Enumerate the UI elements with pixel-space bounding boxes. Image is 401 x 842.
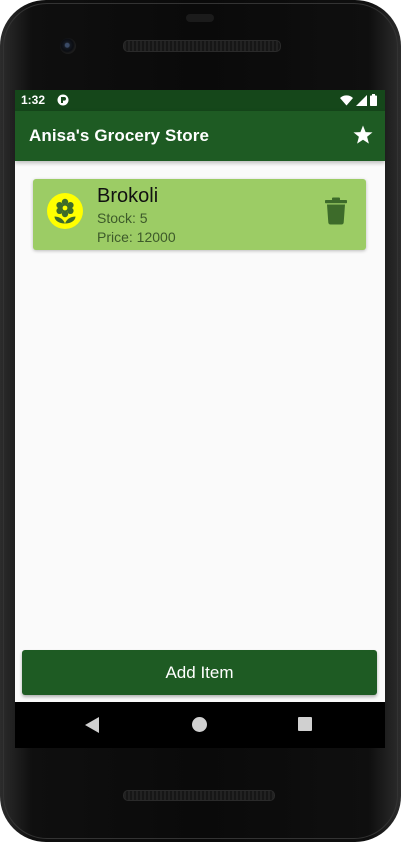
battery-icon <box>370 94 377 106</box>
earpiece-speaker <box>123 40 281 52</box>
item-avatar <box>47 193 83 229</box>
trash-icon[interactable] <box>324 197 348 225</box>
cell-signal-icon <box>356 94 367 106</box>
item-stock: Stock: 5 <box>97 210 148 226</box>
app-bar: Anisa's Grocery Store <box>15 111 385 161</box>
navigation-bar <box>15 702 385 748</box>
home-icon[interactable] <box>192 717 207 732</box>
app-screen: 1:32 Anisa's Grocery Store Brokoli Stock… <box>15 90 385 702</box>
back-icon[interactable] <box>85 717 99 733</box>
status-bar: 1:32 <box>15 90 385 111</box>
status-indicators <box>340 94 377 106</box>
item-price: Price: 12000 <box>97 229 176 245</box>
top-sensor <box>186 14 214 22</box>
front-camera <box>60 38 76 54</box>
app-title: Anisa's Grocery Store <box>29 126 209 145</box>
status-time: 1:32 <box>21 93 46 107</box>
bottom-speaker <box>123 790 275 801</box>
phone-frame: 1:32 Anisa's Grocery Store Brokoli Stock… <box>0 0 401 842</box>
item-card[interactable]: Brokoli Stock: 5 Price: 12000 <box>33 179 366 250</box>
item-name: Brokoli <box>97 185 159 207</box>
wifi-icon <box>340 94 353 105</box>
add-item-button[interactable]: Add Item <box>22 650 377 695</box>
recents-icon[interactable] <box>298 717 312 731</box>
flower-icon <box>54 198 76 224</box>
star-icon[interactable] <box>351 123 375 147</box>
data-saver-icon <box>57 94 69 106</box>
